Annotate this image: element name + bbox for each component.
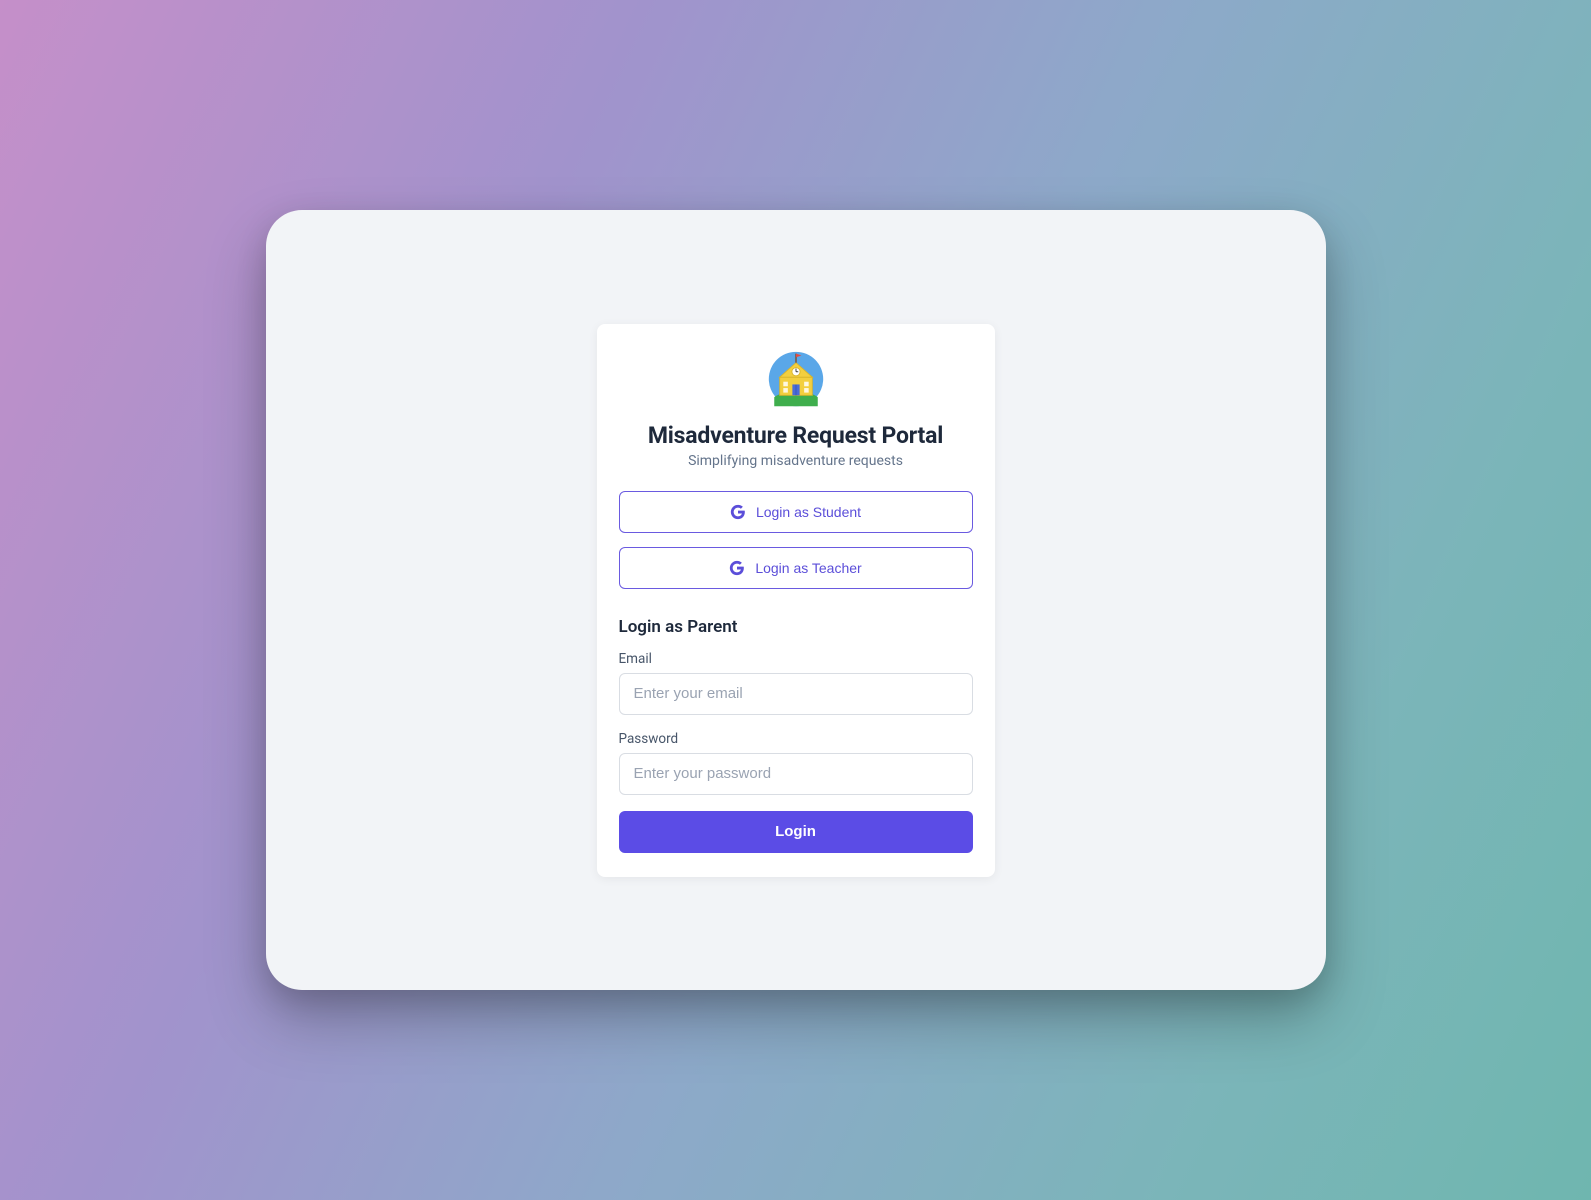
page-title: Misadventure Request Portal <box>619 422 973 449</box>
password-label: Password <box>619 731 973 747</box>
email-field[interactable] <box>619 673 973 715</box>
school-building-icon <box>767 350 825 408</box>
page-subtitle: Simplifying misadventure requests <box>619 453 973 469</box>
login-card: Misadventure Request Portal Simplifying … <box>597 324 995 877</box>
google-icon <box>729 560 745 576</box>
login-student-button[interactable]: Login as Student <box>619 491 973 533</box>
login-teacher-label: Login as Teacher <box>755 560 861 576</box>
email-label: Email <box>619 651 973 667</box>
login-teacher-button[interactable]: Login as Teacher <box>619 547 973 589</box>
parent-login-heading: Login as Parent <box>619 617 973 637</box>
logo-container <box>619 350 973 408</box>
password-field[interactable] <box>619 753 973 795</box>
login-button-label: Login <box>775 823 816 840</box>
login-student-label: Login as Student <box>756 504 861 520</box>
google-icon <box>730 504 746 520</box>
app-frame: Misadventure Request Portal Simplifying … <box>266 210 1326 990</box>
login-button[interactable]: Login <box>619 811 973 853</box>
